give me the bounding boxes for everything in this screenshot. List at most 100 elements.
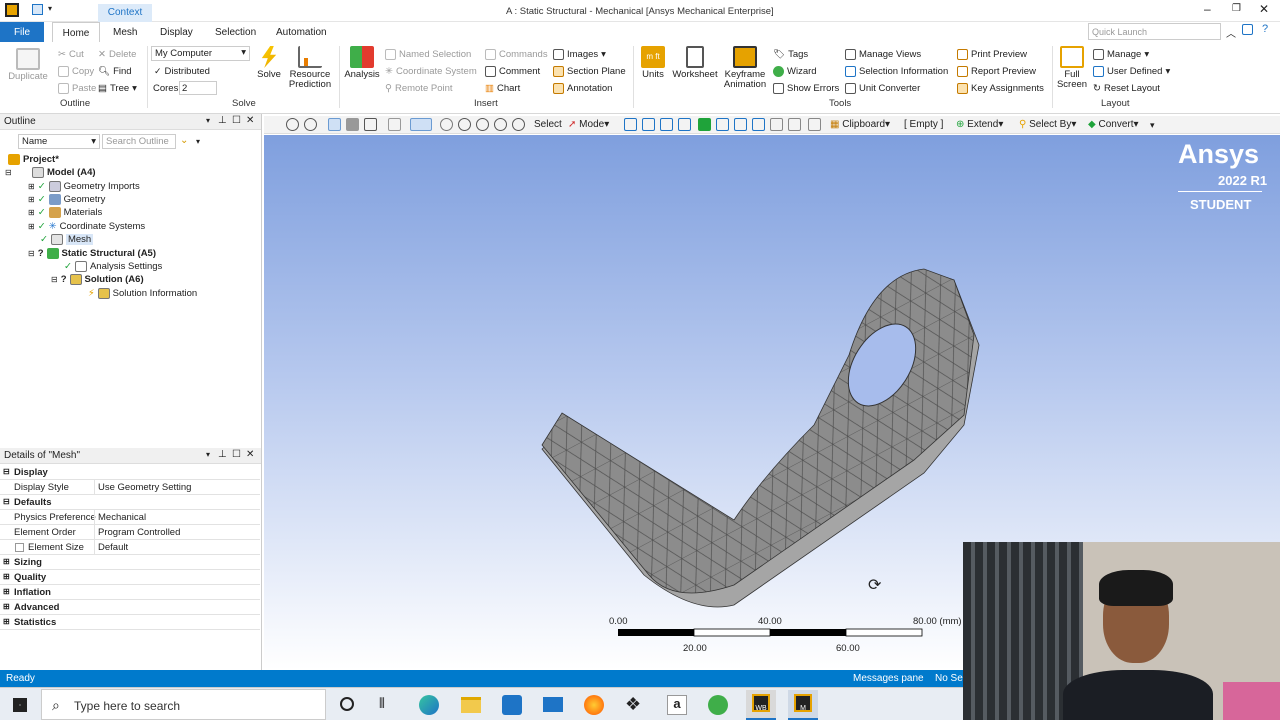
cores-input[interactable]: 2 [179, 81, 217, 95]
tags-button[interactable]: 🏷︎ Tags [773, 47, 808, 61]
extend-button[interactable]: ⊕ Extend▾ [956, 119, 1003, 130]
box-select-icon[interactable] [328, 118, 341, 131]
expand-icon[interactable]: ⊞ [3, 617, 10, 626]
tree-item-solution-information[interactable]: ⚡︎ Solution Information [88, 288, 197, 299]
toolbar-overflow-icon[interactable]: ▾ [1150, 120, 1155, 131]
face-select-icon[interactable] [660, 118, 673, 131]
extend-selection-icon[interactable] [808, 118, 821, 131]
expand-icon[interactable]: ⊞ [28, 195, 35, 204]
resource-prediction-button[interactable]: Resource Prediction [286, 46, 334, 90]
tree-item-coordinate-systems[interactable]: ⊞ ✓ ✳ Coordinate Systems [28, 221, 145, 232]
expand-icon[interactable]: ⊞ [3, 572, 10, 581]
section-plane-button[interactable]: Section Plane [553, 64, 626, 78]
maximize-icon[interactable]: ☐ [232, 449, 241, 460]
amazon-icon[interactable]: a [667, 695, 687, 715]
quick-access-dropdown-icon[interactable]: ▾ [48, 4, 52, 13]
cortana-icon[interactable] [340, 697, 354, 711]
print-preview-button[interactable]: Print Preview [957, 47, 1027, 61]
element-face-select-icon[interactable] [716, 118, 729, 131]
details-section-inflation[interactable]: ⊞ Inflation [0, 585, 260, 600]
tree-item-geometry[interactable]: ⊞ ✓ Geometry [28, 194, 105, 205]
convert-button[interactable]: ◆ Convert▾ [1088, 119, 1139, 130]
tab-mesh[interactable]: Mesh [113, 27, 137, 38]
select-geometry-icon[interactable] [388, 118, 401, 131]
taskbar-search-box[interactable]: ⌕ Type here to search [41, 689, 326, 720]
outline-search-input[interactable]: Search Outline [102, 134, 176, 149]
commands-button[interactable]: Commands [485, 47, 548, 61]
keyframe-animation-button[interactable]: Keyframe Animation [721, 46, 769, 90]
tab-display[interactable]: Display [160, 27, 193, 38]
settings-icon[interactable] [1242, 24, 1253, 35]
expand-icon[interactable]: ⊞ [28, 222, 35, 231]
tab-automation[interactable]: Automation [276, 27, 327, 38]
wireframe-view-icon[interactable] [364, 118, 377, 131]
mail-icon[interactable] [543, 697, 563, 712]
element-select-icon[interactable] [734, 118, 747, 131]
edge-icon[interactable] [419, 695, 439, 715]
show-errors-button[interactable]: Show Errors [773, 81, 839, 95]
tag-select-icon[interactable] [770, 118, 783, 131]
comment-button[interactable]: Comment [485, 64, 540, 78]
find-button[interactable]: 🔍︎ Find [98, 64, 132, 78]
worksheet-button[interactable]: Worksheet [671, 46, 719, 80]
workbench-taskbar-icon[interactable]: WB [746, 690, 776, 720]
details-section-advanced[interactable]: ⊞ Advanced [0, 600, 260, 615]
annotation-button[interactable]: Annotation [553, 81, 612, 95]
pin-icon[interactable]: ⊥ [218, 449, 227, 460]
mesh-select-icon[interactable] [752, 118, 765, 131]
expand-icon[interactable]: ⊞ [3, 602, 10, 611]
details-section-defaults[interactable]: ⊟ Defaults [0, 495, 260, 510]
selection-information-button[interactable]: Selection Information [845, 64, 948, 78]
tree-button[interactable]: ▤ Tree ▾ [98, 81, 137, 95]
remote-point-button[interactable]: ⚲ Remote Point [385, 81, 453, 95]
full-screen-button[interactable]: Full Screen [1056, 46, 1088, 90]
expand-icon[interactable]: ⊞ [28, 208, 35, 217]
solver-target-select[interactable]: My Computer ▾ [151, 46, 250, 61]
filter-dropdown-icon[interactable]: ▾ [196, 137, 200, 146]
zoom-extents-icon[interactable] [512, 118, 525, 131]
dropbox-icon[interactable]: ❖ [625, 694, 641, 715]
units-button[interactable]: m ft Units [638, 46, 668, 80]
details-section-display[interactable]: ⊟ Display [0, 465, 260, 480]
name-filter-select[interactable]: Name ▾ [18, 134, 100, 149]
expand-icon[interactable]: ⊞ [3, 587, 10, 596]
tree-item-project[interactable]: Project* [8, 154, 59, 165]
close-icon[interactable]: ✕ [246, 115, 254, 126]
report-preview-button[interactable]: Report Preview [957, 64, 1036, 78]
copy-button[interactable]: Copy [58, 64, 94, 78]
chart-button[interactable]: ▥ Chart [485, 81, 520, 95]
collapse-icon[interactable]: ⊟ [3, 497, 10, 506]
zoom-fit-icon[interactable] [494, 118, 507, 131]
task-view-icon[interactable]: ⫴ [379, 695, 385, 712]
parameter-checkbox[interactable] [15, 543, 24, 552]
filter-icon[interactable]: ⌄ [180, 135, 188, 146]
paste-button[interactable]: Paste [58, 81, 96, 95]
edge-select-icon[interactable] [642, 118, 655, 131]
named-selection-button[interactable]: Named Selection [385, 47, 471, 61]
expand-icon[interactable]: ⊞ [28, 182, 35, 191]
close-icon[interactable]: ✕ [246, 449, 254, 460]
tab-selection[interactable]: Selection [215, 27, 256, 38]
zoom-icon[interactable] [458, 118, 471, 131]
tree-item-solution[interactable]: ⊟? Solution (A6) [51, 274, 144, 285]
coordinate-system-button[interactable]: ✳ Coordinate System [385, 64, 477, 78]
solve-button[interactable]: Solve [254, 46, 284, 80]
details-section-statistics[interactable]: ⊞ Statistics [0, 615, 260, 630]
unit-converter-button[interactable]: Unit Converter [845, 81, 920, 95]
node-select-icon[interactable] [698, 118, 711, 131]
mode-button[interactable]: ➚ Mode▾ [568, 119, 609, 130]
tree-item-geometry-imports[interactable]: ⊞ ✓ Geometry Imports [28, 181, 140, 192]
tree-item-model[interactable]: ⊟ Model (A4) [5, 167, 96, 178]
zoom-out-icon[interactable] [304, 118, 317, 131]
restore-button[interactable]: ❐ [1232, 3, 1241, 14]
cut-button[interactable]: ✂ Cut [58, 47, 84, 61]
rotate-icon[interactable] [410, 118, 432, 131]
select-button[interactable]: Select [534, 119, 562, 130]
tree-item-materials[interactable]: ⊞ ✓ Materials [28, 207, 102, 218]
tab-file[interactable]: File [0, 22, 44, 42]
details-row-element-size[interactable]: Element Size Default [0, 540, 260, 555]
vertex-select-icon[interactable] [624, 118, 637, 131]
shaded-view-icon[interactable] [346, 118, 359, 131]
maximize-icon[interactable]: ☐ [232, 115, 241, 126]
file-explorer-icon[interactable] [461, 697, 481, 713]
